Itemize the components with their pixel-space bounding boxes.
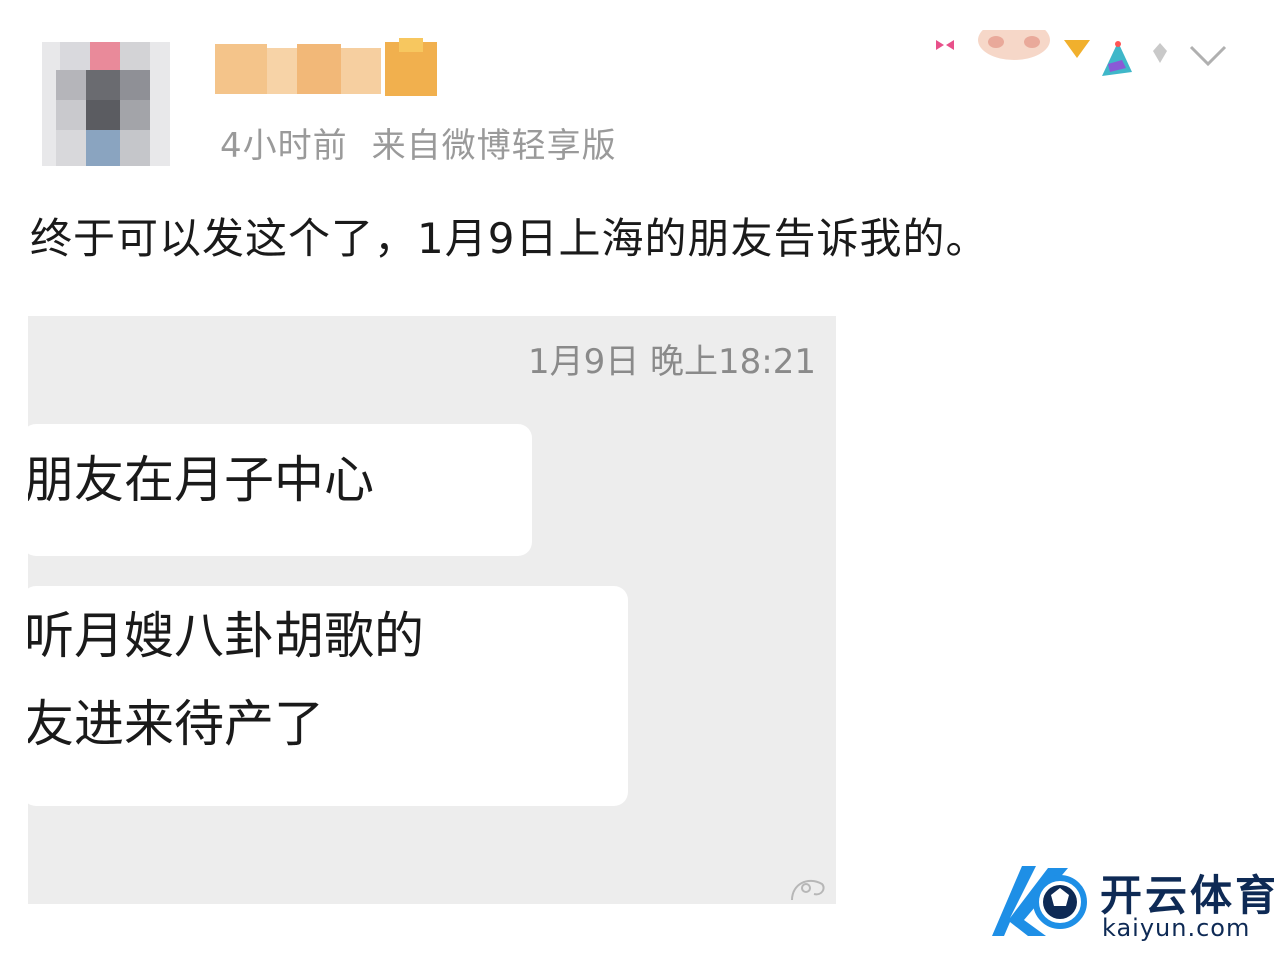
user-avatar[interactable]	[42, 42, 170, 166]
chat-bubble: 听月嫂八卦胡歌的 友进来待产了	[28, 586, 628, 806]
kaiyun-watermark-logo: 开云体育 kaiyun.com	[988, 858, 1274, 948]
sticker-icon	[791, 879, 825, 901]
mascot-badge-icon	[978, 30, 1050, 60]
party-hat-icon	[1102, 41, 1132, 76]
username-redacted[interactable]	[215, 38, 445, 100]
bow-badge-icon	[936, 40, 954, 50]
post-body: 终于可以发这个了，1月9日上海的朋友告诉我的。	[30, 214, 989, 263]
post-time: 4小时前	[220, 126, 348, 166]
kaiyun-logo-icon	[992, 866, 1087, 936]
chat-message-line: 友进来待产了	[28, 695, 324, 753]
chat-screenshot-image[interactable]: 1月9日 晚上18:21 朋友在月子中心 听月嫂八卦胡歌的 友进来待产了	[28, 316, 836, 904]
chat-message-line: 朋友在月子中心	[28, 451, 374, 509]
chat-bubble: 朋友在月子中心	[28, 424, 532, 556]
chevron-down-icon[interactable]	[1188, 44, 1228, 68]
watermark-url: kaiyun.com	[1102, 914, 1251, 942]
post-source[interactable]: 来自微博轻享版	[372, 126, 617, 166]
user-badges	[934, 30, 1254, 90]
chat-message-line: 听月嫂八卦胡歌的	[28, 607, 424, 665]
post-meta: 4小时前 来自微博轻享版	[220, 118, 617, 167]
gold-badge-icon	[1064, 40, 1090, 58]
chat-timestamp: 1月9日 晚上18:21	[527, 342, 816, 382]
diamond-icon	[1153, 43, 1167, 63]
